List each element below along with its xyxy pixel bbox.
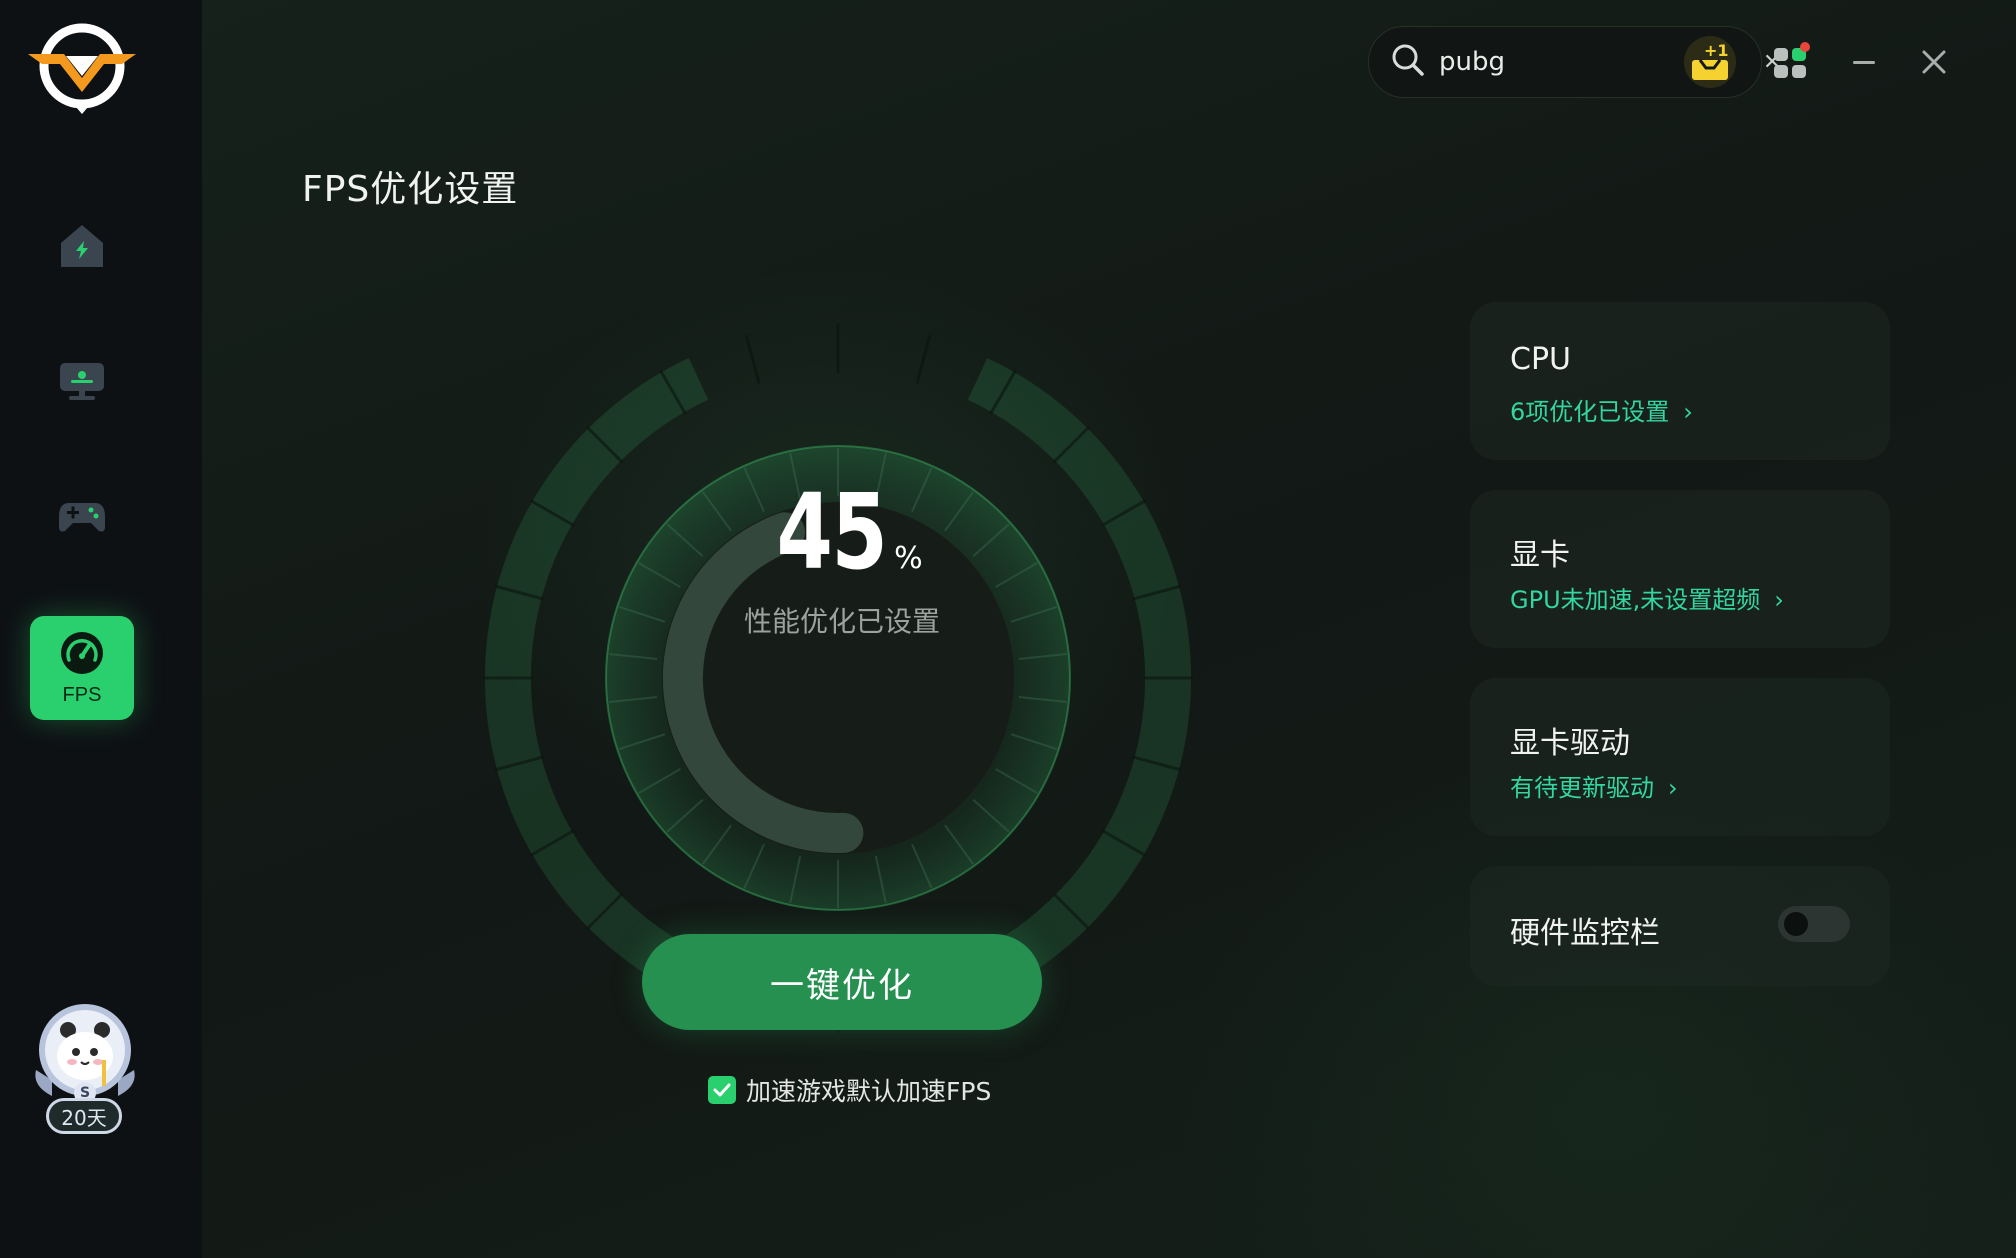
- sidebar-item-label: FPS: [62, 683, 102, 706]
- member-days-badge: 20天: [46, 1098, 122, 1134]
- toggle-knob: [1784, 912, 1808, 936]
- minimize-button[interactable]: [1836, 34, 1892, 90]
- apps-button[interactable]: [1762, 34, 1818, 90]
- auto-fps-label: 加速游戏默认加速FPS: [746, 1077, 992, 1106]
- cpu-card: CPU 6项优化已设置 ›: [1470, 302, 1890, 460]
- monitor-icon: [57, 355, 107, 409]
- checkmark-icon: [713, 1083, 731, 1097]
- app-window: FPS S 20天 pubg ✕ +1 FPS优化设置 45 % 性能优化已设置…: [0, 0, 2016, 1258]
- main-content: ✕ +1: [202, 0, 2016, 1258]
- chevron-right-icon: ›: [1668, 774, 1678, 802]
- hardware-monitor-toggle[interactable]: [1778, 906, 1850, 942]
- gauge-outer-tick: [744, 334, 761, 384]
- close-icon: [1922, 50, 1946, 74]
- gauge-value: 45: [776, 471, 888, 593]
- sidebar-item-home[interactable]: [30, 196, 134, 300]
- gpu-driver-card: 显卡驱动 有待更新驱动 ›: [1470, 678, 1890, 836]
- close-button[interactable]: [1906, 34, 1962, 90]
- minimize-icon: [1853, 61, 1875, 64]
- app-logo[interactable]: [26, 16, 138, 116]
- driver-link-text: 有待更新驱动: [1510, 774, 1654, 802]
- gpu-card-title: 显卡: [1510, 538, 1570, 573]
- hardware-monitor-title: 硬件监控栏: [1510, 916, 1660, 951]
- gauge-subtitle: 性能优化已设置: [743, 605, 940, 638]
- speedometer-icon: [59, 630, 105, 680]
- hardware-monitor-card: 硬件监控栏: [1470, 866, 1890, 986]
- gauge-readout: 45% 性能优化已设置: [644, 480, 1040, 640]
- gift-box-button[interactable]: +1: [1682, 34, 1738, 90]
- sidebar-item-games[interactable]: [30, 466, 134, 570]
- gauge-outer-tick: [915, 334, 932, 384]
- auto-fps-checkbox[interactable]: [708, 1076, 736, 1104]
- auto-fps-option[interactable]: 加速游戏默认加速FPS: [708, 1072, 991, 1108]
- cpu-link-text: 6项优化已设置: [1510, 398, 1670, 426]
- gpu-driver-card-title: 显卡驱动: [1510, 726, 1630, 761]
- page-title: FPS优化设置: [302, 169, 519, 210]
- home-icon: [57, 221, 107, 275]
- apps-grid-icon: [1774, 42, 1810, 78]
- gauge-unit: %: [894, 541, 923, 576]
- one-click-optimize-button[interactable]: 一键优化: [642, 934, 1042, 1030]
- sidebar: FPS S 20天: [0, 0, 202, 1258]
- chevron-right-icon: ›: [1774, 586, 1784, 614]
- gpu-status-link[interactable]: GPU未加速,未设置超频 ›: [1510, 580, 1784, 615]
- gpu-card: 显卡 GPU未加速,未设置超频 ›: [1470, 490, 1890, 648]
- cpu-card-title: CPU: [1510, 342, 1571, 377]
- sidebar-item-fps[interactable]: FPS: [30, 616, 134, 720]
- cpu-optimization-link[interactable]: 6项优化已设置 ›: [1510, 392, 1693, 427]
- gift-badge-text: +1: [1704, 41, 1729, 60]
- gift-box-icon: +1: [1684, 36, 1736, 88]
- chevron-right-icon: ›: [1683, 398, 1693, 426]
- user-avatar[interactable]: S 20天: [30, 1000, 140, 1140]
- driver-update-link[interactable]: 有待更新驱动 ›: [1510, 768, 1678, 803]
- search-icon: [1391, 43, 1425, 81]
- gpu-link-text: GPU未加速,未设置超频: [1510, 586, 1761, 614]
- gamepad-icon: [57, 491, 107, 545]
- sidebar-item-accelerate[interactable]: [30, 330, 134, 434]
- performance-gauge: [483, 323, 1193, 1033]
